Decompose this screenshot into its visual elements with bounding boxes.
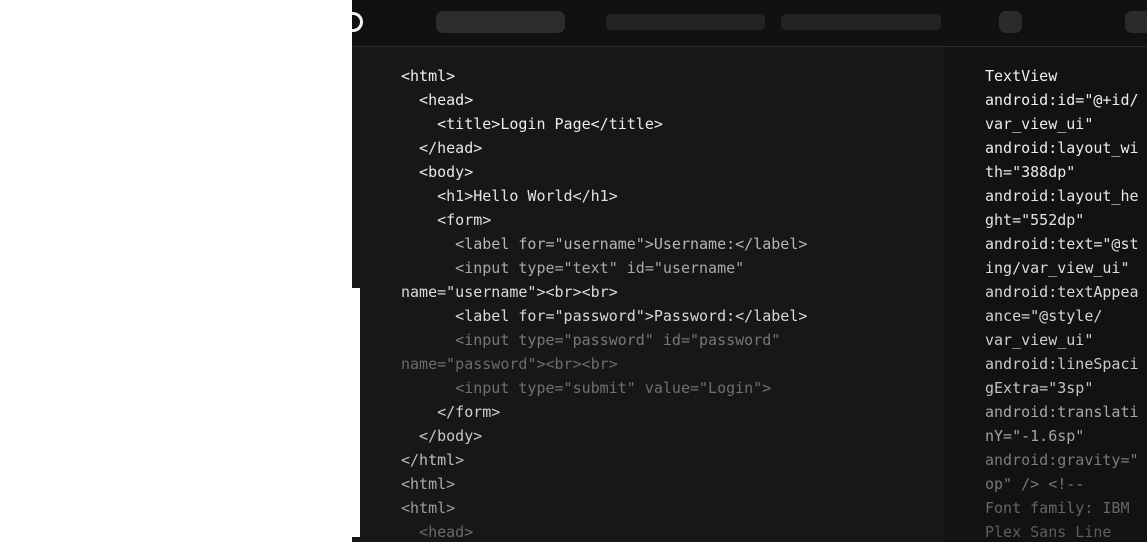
android-xml-code-line: TextView [985, 67, 1058, 85]
html-code-line: <html> [401, 499, 456, 517]
toolbar-icon-button-placeholder[interactable] [1125, 11, 1147, 33]
android-xml-code-pane: TextView android:id="@+id/var_view_ui" and… [944, 47, 1147, 542]
html-code-line: name="password"><br><br> [401, 355, 618, 373]
android-xml-code-line: ing/var_view_ui" [985, 259, 1130, 277]
android-xml-code-line: android:translati [985, 403, 1139, 421]
html-code-line: <label for="password">Password:</label> [401, 307, 808, 325]
android-xml-code-line: ght="552dp" [985, 211, 1085, 229]
android-xml-code-line: ance="@style/ [985, 307, 1103, 325]
html-code-line: <form> [401, 211, 492, 229]
html-code-line: </head> [401, 139, 483, 157]
android-xml-code-line: android:lineSpaci [985, 355, 1139, 373]
toolbar-tab-placeholder[interactable] [436, 11, 565, 33]
html-code-line: name="username"><br><br> [401, 283, 618, 301]
android-xml-code-line: var_view_ui" [985, 331, 1094, 349]
android-xml-code-line: android:id="@+id/ [985, 91, 1139, 109]
toolbar-menu-placeholder[interactable] [781, 14, 941, 30]
html-code-line: <input type="text" id="username" [401, 259, 745, 277]
android-xml-code-line: android:textAppea [985, 283, 1139, 301]
android-xml-code-line: android:layout_wi [985, 139, 1139, 157]
html-code-line: <title>Login Page</title> [401, 115, 663, 133]
html-code-line: <input type="submit" value="Login"> [401, 379, 772, 397]
android-xml-code-line: android:gravity=" [985, 451, 1139, 469]
toolbar-icon-button-placeholder[interactable] [999, 11, 1022, 33]
android-xml-code-line: th="388dp" [985, 163, 1076, 181]
page-background-notch [352, 288, 360, 537]
android-xml-code-line: var_view_ui" [985, 115, 1094, 133]
screenshot-canvas: <html> <head> <title>Login Page</title> … [0, 0, 1147, 542]
html-code-line: </form> [401, 403, 501, 421]
toolbar-menu-placeholder[interactable] [606, 14, 765, 30]
android-xml-code-line: gExtra="3sp" [985, 379, 1094, 397]
html-code-line: <body> [401, 163, 474, 181]
html-code-line: </html> [401, 451, 465, 469]
top-toolbar [352, 0, 1147, 47]
html-code-line: </body> [401, 427, 483, 445]
html-code-line: <input type="password" id="password" [401, 331, 781, 349]
code-viewer-window: <html> <head> <title>Login Page</title> … [352, 0, 1147, 542]
html-code-block: <html> <head> <title>Login Page</title> … [401, 64, 807, 542]
html-code-line: <head> [401, 91, 474, 109]
android-xml-code-line: android:layout_he [985, 187, 1139, 205]
android-xml-code-line: Font family: IBM [985, 499, 1130, 517]
android-xml-code-block: TextView android:id="@+id/var_view_ui" and… [985, 64, 1139, 542]
html-code-line: <head> [401, 523, 474, 541]
html-code-line: <html> [401, 475, 456, 493]
android-xml-code-line: op" /> <!-- [985, 475, 1085, 493]
html-code-line: <h1>Hello World</h1> [401, 187, 618, 205]
html-code-line: <label for="username">Username:</label> [401, 235, 808, 253]
android-xml-code-line: Plex Sans Line [985, 523, 1112, 541]
html-code-pane: <html> <head> <title>Login Page</title> … [352, 47, 944, 542]
logo-icon [352, 12, 363, 32]
android-xml-code-line: android:text="@st [985, 235, 1139, 253]
html-code-line: <html> [401, 67, 456, 85]
android-xml-code-line: nY="-1.6sp" [985, 427, 1085, 445]
